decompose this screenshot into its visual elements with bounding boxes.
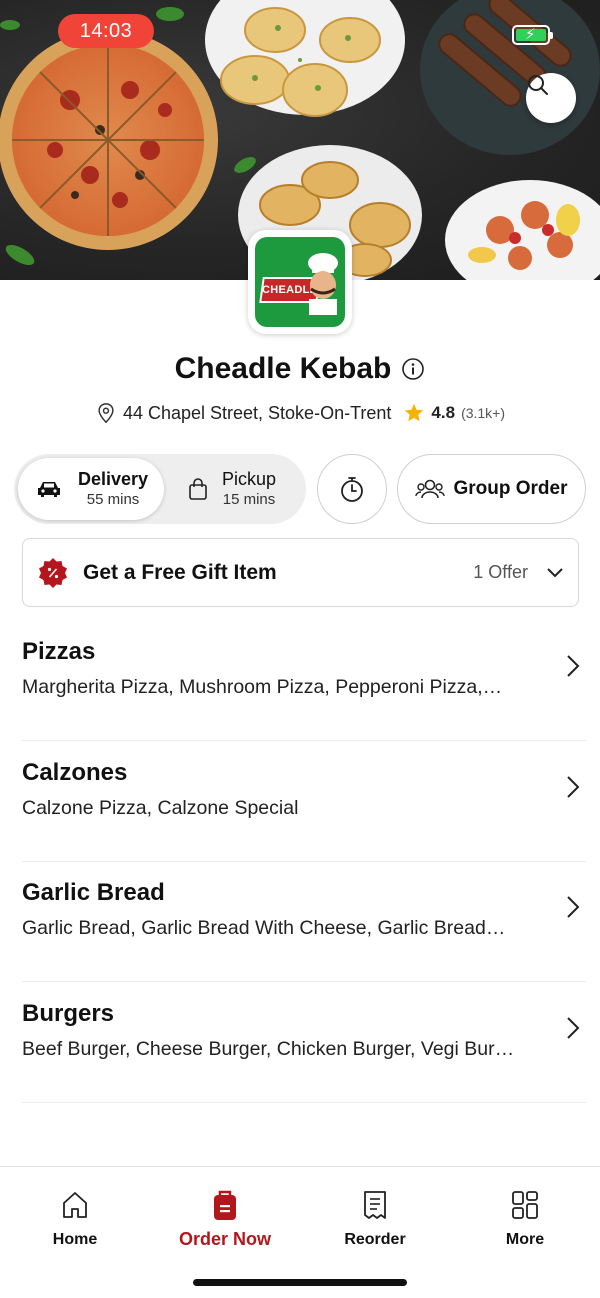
status-bar-time: 14:03: [58, 14, 154, 48]
nav-order-now[interactable]: Order Now: [150, 1189, 300, 1250]
pickup-label: Pickup: [222, 469, 277, 490]
offer-count: 1 Offer: [473, 562, 528, 582]
home-indicator[interactable]: [193, 1279, 407, 1286]
home-icon: [63, 1192, 87, 1218]
nav-label: Reorder: [344, 1231, 406, 1248]
battery-icon: ⚡: [512, 25, 553, 45]
restaurant-title-row: Cheadle Kebab: [0, 352, 600, 386]
chef-icon: [308, 253, 338, 315]
category-name: Burgers: [22, 1000, 115, 1027]
pickup-option[interactable]: Pickup 15 mins: [180, 458, 304, 520]
restaurant-address: 44 Chapel Street, Stoke-On-Trent: [122, 402, 392, 423]
chevron-right-icon: [567, 655, 580, 677]
category-row-pizzas[interactable]: Pizzas Margherita Pizza, Mushroom Pizza,…: [22, 620, 586, 741]
category-name: Garlic Bread: [22, 879, 165, 906]
category-name: Pizzas: [22, 638, 96, 665]
rating-value: 4.8: [431, 403, 456, 422]
delivery-time: 55 mins: [86, 490, 140, 508]
address-row: 44 Chapel Street, Stoke-On-Trent 4.8 (3.…: [0, 402, 600, 424]
star-icon: [405, 403, 424, 422]
chevron-right-icon: [567, 896, 580, 918]
nav-label: Home: [52, 1231, 98, 1248]
category-items: Margherita Pizza, Mushroom Pizza, Pepper…: [22, 676, 503, 698]
chevron-right-icon: [567, 1017, 580, 1039]
group-order-button[interactable]: Group Order: [397, 454, 586, 524]
category-name: Calzones: [22, 759, 128, 786]
chevron-right-icon: [567, 776, 580, 798]
category-row-garlic-bread[interactable]: Garlic Bread Garlic Bread, Garlic Bread …: [22, 861, 586, 982]
nav-more[interactable]: More: [450, 1189, 600, 1249]
category-row-burgers[interactable]: Burgers Beef Burger, Cheese Burger, Chic…: [22, 982, 586, 1103]
restaurant-logo: CHEADLE: [248, 230, 352, 334]
search-button[interactable]: [526, 73, 576, 123]
nav-home[interactable]: Home: [0, 1189, 150, 1249]
bag-icon: [189, 478, 207, 500]
discount-badge-icon: [39, 557, 67, 588]
nav-label: More: [505, 1231, 545, 1248]
offer-title: Get a Free Gift Item: [83, 560, 277, 584]
pickup-time: 15 mins: [222, 490, 276, 508]
nav-reorder[interactable]: Reorder: [300, 1189, 450, 1249]
offer-banner[interactable]: Get a Free Gift Item 1 Offer: [22, 538, 579, 607]
schedule-button[interactable]: [317, 454, 387, 524]
stopwatch-icon: [341, 477, 363, 502]
search-icon: [528, 75, 548, 95]
rating-count: (3.1k+): [461, 405, 506, 421]
car-icon: [38, 482, 60, 497]
group-people-icon: [415, 479, 446, 499]
grid-icon: [512, 1191, 538, 1219]
order-mode-toggle: Delivery 55 mins Pickup 15 mins: [14, 454, 306, 524]
category-items: Garlic Bread, Garlic Bread With Cheese, …: [22, 917, 506, 939]
category-items: Calzone Pizza, Calzone Special: [22, 797, 299, 819]
delivery-label: Delivery: [78, 469, 149, 490]
group-order-label: Group Order: [453, 478, 568, 499]
delivery-option[interactable]: Delivery 55 mins: [18, 458, 164, 520]
nav-label: Order Now: [178, 1229, 271, 1249]
category-items: Beef Burger, Cheese Burger, Chicken Burg…: [22, 1038, 515, 1060]
location-pin-icon: [98, 403, 114, 424]
receipt-icon: [364, 1191, 386, 1219]
info-icon[interactable]: [401, 357, 425, 381]
order-bag-icon: [214, 1190, 236, 1220]
chevron-down-icon: [547, 567, 563, 577]
category-row-calzones[interactable]: Calzones Calzone Pizza, Calzone Special: [22, 741, 586, 862]
restaurant-name: Cheadle Kebab: [174, 352, 392, 385]
